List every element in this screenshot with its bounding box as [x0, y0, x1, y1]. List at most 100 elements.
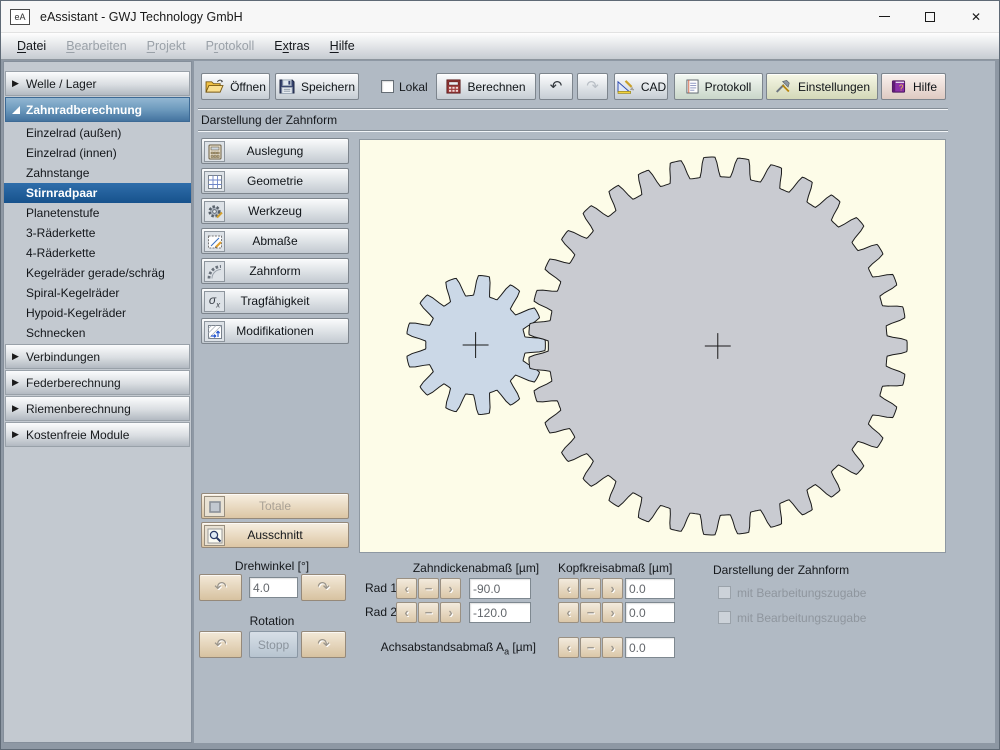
sidebar-section-verbindungen[interactable]: ▶ Verbindungen [5, 344, 190, 369]
sidebar-item-hypoid-kegelraeder[interactable]: Hypoid-Kegelräder [4, 303, 191, 323]
design-calculator-icon [204, 141, 225, 162]
document-icon [686, 79, 699, 94]
close-icon: ✕ [970, 9, 982, 24]
sidebar-item-planetenstufe[interactable]: Planetenstufe [4, 203, 191, 223]
abmasse-label: Abmaße [252, 234, 298, 248]
werkzeug-button[interactable]: Werkzeug [201, 198, 349, 224]
sidebar-item-zahnstange[interactable]: Zahnstange [4, 163, 191, 183]
sidebar-section-riemenberechnung[interactable]: ▶ Riemenberechnung [5, 396, 190, 421]
achsabstand-step-reset-button[interactable]: − [580, 637, 601, 658]
sidebar-section-label: Riemenberechnung [26, 401, 131, 416]
kopfkreis1-step-right-button[interactable]: › [602, 578, 623, 599]
menu-extras[interactable]: Extras [264, 36, 319, 56]
menu-datei[interactable]: Datei [7, 36, 56, 56]
cad-button[interactable]: CAD [614, 73, 668, 100]
rotate-right-button[interactable]: ↷ [301, 574, 346, 601]
chevron-right-icon: › [448, 581, 453, 596]
rad1-step-reset-button[interactable]: − [418, 578, 439, 599]
rotation-stop-button: Stopp [249, 631, 298, 658]
sidebar-item-stirnradpaar[interactable]: Stirnradpaar [4, 183, 191, 203]
sidebar-section-zahnradberechnung[interactable]: Zahnradberechnung [5, 97, 190, 122]
zahnform-button[interactable]: Zahnform [201, 258, 349, 284]
ruler-pencil-icon [204, 231, 225, 252]
menu-bar: Datei Bearbeiten Projekt Protokoll Extra… [1, 33, 999, 60]
rotate-left-icon: ↶ [214, 578, 227, 596]
maximize-button[interactable] [907, 1, 953, 32]
rad1-step-left-button[interactable]: ‹ [396, 578, 417, 599]
kopfkreis1-step-left-button[interactable]: ‹ [558, 578, 579, 599]
rad2-step-right-button[interactable]: › [440, 602, 461, 623]
undo-button[interactable]: ↶ [539, 73, 573, 100]
kopfkreis2-step-right-button[interactable]: › [602, 602, 623, 623]
chevron-left-icon: ‹ [566, 605, 571, 620]
redo-icon: ↷ [586, 77, 599, 95]
ausschnitt-button[interactable]: Ausschnitt [201, 522, 349, 548]
local-checkbox[interactable] [381, 80, 394, 93]
sidebar-item-einzelrad-aussen[interactable]: Einzelrad (außen) [4, 123, 191, 143]
maximize-icon [925, 11, 935, 22]
zahndicken-label: Zahndickenabmaß [µm] [412, 561, 540, 575]
rad2-step-left-button[interactable]: ‹ [396, 602, 417, 623]
svg-text:?: ? [899, 83, 904, 92]
bearbeitungszugabe2-label: mit Bearbeitungszugabe [737, 611, 867, 625]
undo-icon: ↶ [549, 77, 563, 95]
achsabstand-label: Achsabstandsabmaß Aa [µm] [344, 640, 536, 656]
rad2-step-reset-button[interactable]: − [418, 602, 439, 623]
menu-hilfe[interactable]: Hilfe [320, 36, 365, 56]
kopfkreis2-step-reset-button[interactable]: − [580, 602, 601, 623]
sidebar-section-label: Zahnradberechnung [26, 102, 143, 117]
rad2-zahndicken-input[interactable] [469, 602, 531, 623]
collapsed-triangle-icon: ▶ [12, 429, 19, 439]
settings-button[interactable]: Einstellungen [766, 73, 878, 100]
achsabstand-step-left-button[interactable]: ‹ [558, 637, 579, 658]
geometrie-button[interactable]: Geometrie [201, 168, 349, 194]
rotate-right-icon: ↷ [317, 578, 330, 596]
sidebar-item-spiral-kegelraeder[interactable]: Spiral-Kegelräder [4, 283, 191, 303]
rad1-step-right-button[interactable]: › [440, 578, 461, 599]
save-button[interactable]: Speichern [275, 73, 359, 100]
settings-label: Einstellungen [797, 79, 871, 94]
rad1-zahndicken-input[interactable] [469, 578, 531, 599]
totale-label: Totale [258, 499, 292, 513]
sidebar-section-welle-lager[interactable]: ▶ Welle / Lager [5, 71, 190, 96]
tragfaehigkeit-button[interactable]: σx Tragfähigkeit [201, 288, 349, 314]
sidebar-item-3-raederkette[interactable]: 3-Räderkette [4, 223, 191, 243]
achsabstand-step-right-button[interactable]: › [602, 637, 623, 658]
calculate-button[interactable]: Berechnen [436, 73, 536, 100]
abmasse-button[interactable]: Abmaße [201, 228, 349, 254]
kopfkreis2-input[interactable] [625, 602, 675, 623]
floppy-disk-icon [279, 79, 295, 94]
rotation-right-button[interactable]: ↷ [301, 631, 346, 658]
minimize-button[interactable] [861, 1, 907, 32]
rotate-right-icon: ↷ [317, 635, 330, 653]
sidebar-section-label: Federberechnung [26, 375, 121, 390]
magnifier-icon [204, 525, 225, 546]
sidebar-section-kostenfreie-module[interactable]: ▶ Kostenfreie Module [5, 422, 190, 447]
help-button[interactable]: ? Hilfe [881, 73, 946, 100]
local-checkbox-group: Lokal [381, 73, 429, 100]
auslegung-button[interactable]: Auslegung [201, 138, 349, 164]
sidebar-section-federberechnung[interactable]: ▶ Federberechnung [5, 370, 190, 395]
totale-button: Totale [201, 493, 349, 519]
drehwinkel-input[interactable] [249, 577, 298, 598]
rotate-left-button[interactable]: ↶ [199, 574, 242, 601]
chevron-left-icon: ‹ [566, 640, 571, 655]
gear-drawing-area [359, 139, 946, 553]
modifikationen-button[interactable]: Modifikationen [201, 318, 349, 344]
sidebar-item-label: Schnecken [26, 326, 86, 340]
close-button[interactable]: ✕ [953, 1, 999, 32]
sidebar-item-4-raederkette[interactable]: 4-Räderkette [4, 243, 191, 263]
sidebar-item-schnecken[interactable]: Schnecken [4, 323, 191, 343]
kopfkreis1-step-reset-button[interactable]: − [580, 578, 601, 599]
sidebar-item-kegelraeder[interactable]: Kegelräder gerade/schräg [4, 263, 191, 283]
kopfkreis2-step-left-button[interactable]: ‹ [558, 602, 579, 623]
rotation-left-button[interactable]: ↶ [199, 631, 242, 658]
open-button[interactable]: Öffnen [201, 73, 270, 100]
achsabstand-input[interactable] [625, 637, 675, 658]
chevron-right-icon: › [610, 640, 615, 655]
kopfkreis1-input[interactable] [625, 578, 675, 599]
menu-projekt: Projekt [146, 39, 186, 53]
protocol-button[interactable]: Protokoll [674, 73, 763, 100]
sidebar-item-einzelrad-innen[interactable]: Einzelrad (innen) [4, 143, 191, 163]
achsabstand-label-unit: [µm] [509, 640, 536, 654]
